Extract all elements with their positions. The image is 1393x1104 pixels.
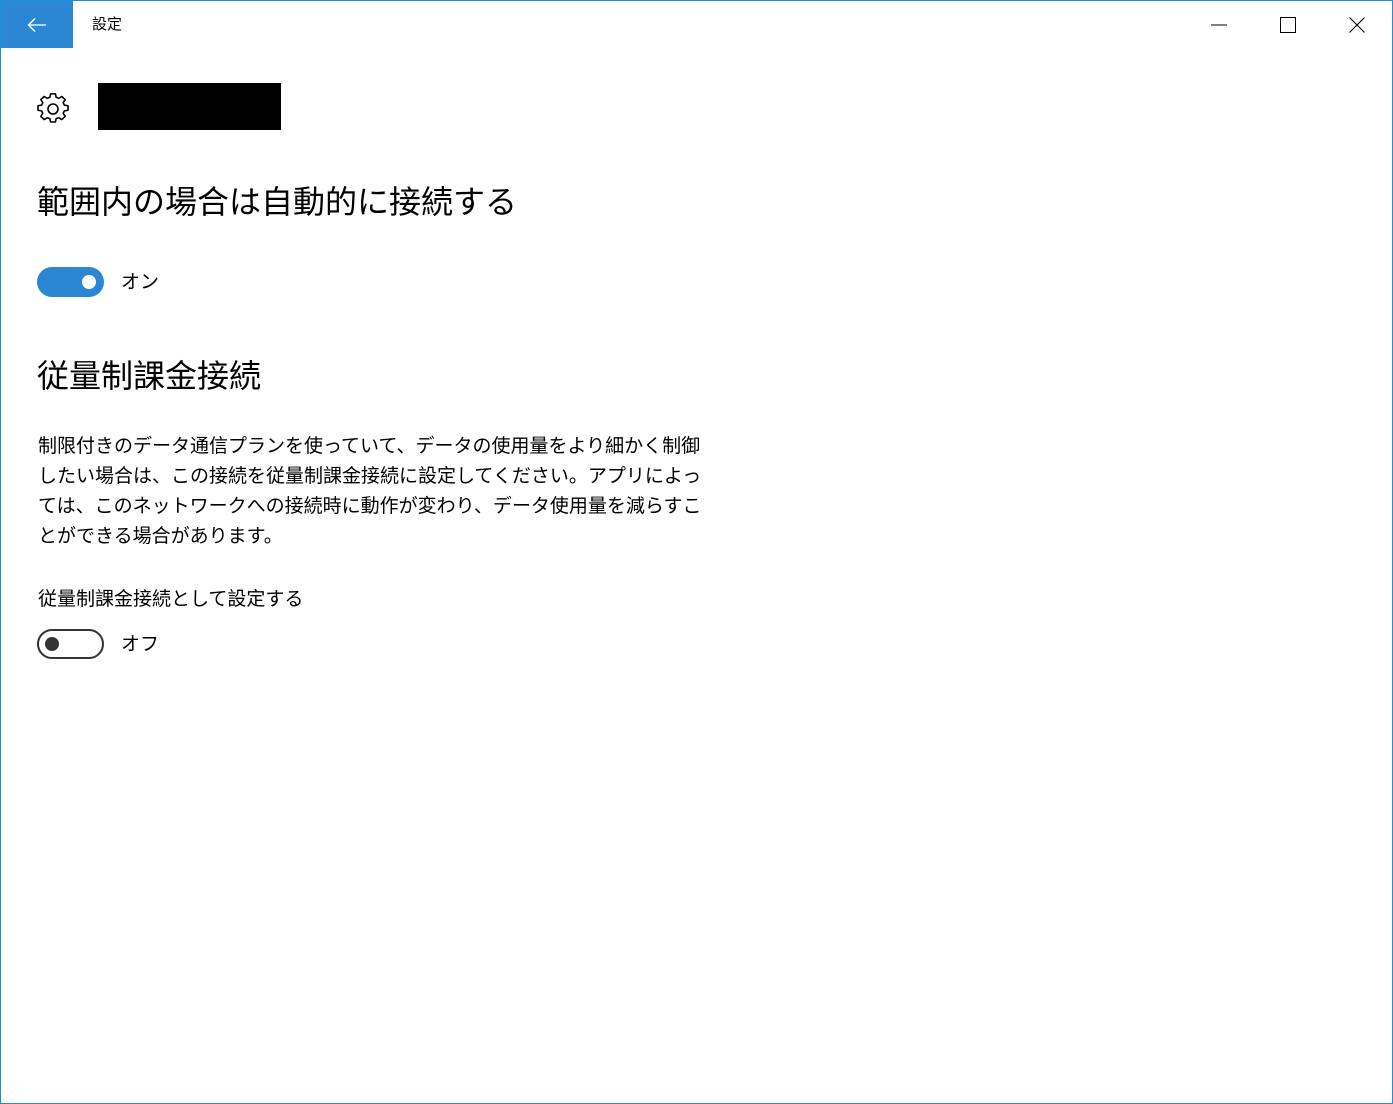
- toggle-knob: [45, 637, 59, 651]
- maximize-icon: [1279, 16, 1296, 33]
- minimize-button[interactable]: [1184, 1, 1253, 48]
- metered-setting-label: 従量制課金接続として設定する: [38, 588, 304, 610]
- close-icon: [1348, 16, 1365, 33]
- toggle-knob: [82, 275, 96, 289]
- minimize-icon: [1210, 17, 1227, 33]
- metered-toggle-label: オフ: [121, 633, 160, 655]
- auto-connect-heading: 範囲内の場合は自動的に接続する: [37, 183, 518, 221]
- back-arrow-icon: [27, 17, 47, 33]
- metered-connection-heading: 従量制課金接続: [37, 357, 262, 395]
- auto-connect-toggle[interactable]: [37, 267, 104, 297]
- close-button[interactable]: [1322, 1, 1391, 48]
- network-name-redacted: [98, 83, 281, 130]
- metered-description: 制限付きのデータ通信プランを使っていて、データの使用量をより細かく制御したい場合…: [38, 435, 702, 547]
- back-button[interactable]: [1, 1, 73, 48]
- auto-connect-toggle-label: オン: [121, 271, 160, 293]
- gear-icon: [37, 93, 69, 125]
- maximize-button[interactable]: [1253, 1, 1322, 48]
- metered-toggle[interactable]: [37, 629, 104, 659]
- settings-window: 設定 範囲内の場合は自動的に接続する オン 従量制課金接続 制限付きのデータ通信…: [0, 0, 1393, 1104]
- title-bar: 設定: [1, 1, 1392, 48]
- window-title: 設定: [92, 15, 123, 33]
